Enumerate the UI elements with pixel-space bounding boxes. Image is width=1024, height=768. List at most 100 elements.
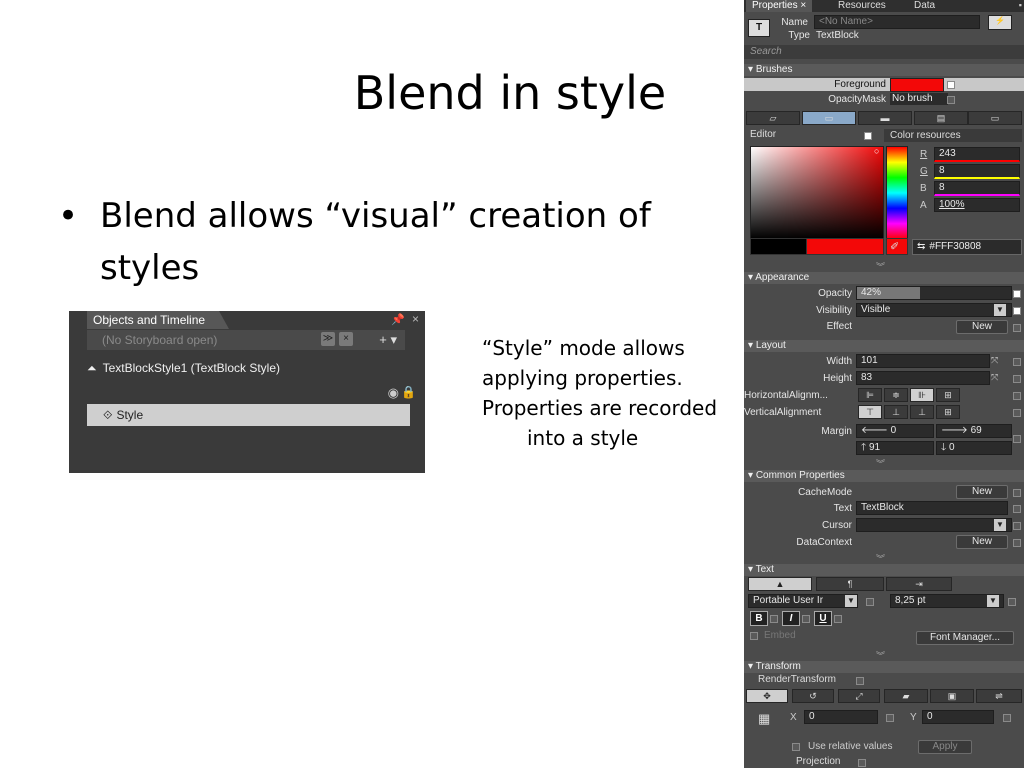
align-center-icon[interactable]: ≑ — [884, 388, 908, 402]
advanced-options-icon[interactable] — [1013, 409, 1021, 417]
color-picker-area[interactable] — [750, 146, 884, 240]
font-family-select[interactable]: Portable User Ir — [748, 594, 858, 608]
advanced-options-icon[interactable] — [886, 714, 894, 722]
section-appearance[interactable]: ▾ Appearance — [744, 272, 1024, 284]
advanced-options-icon[interactable] — [1013, 307, 1021, 315]
advanced-options-icon[interactable] — [1013, 358, 1021, 366]
opacity-field[interactable]: 42% — [856, 286, 1012, 300]
skew-tab-icon[interactable]: ▰ — [884, 689, 928, 703]
scale-tab-icon[interactable]: ⤢ — [838, 689, 880, 703]
font-tab-icon[interactable]: ▲ — [748, 577, 812, 591]
gradient-brush-tab[interactable]: ▬ — [858, 111, 912, 125]
tree-item-style[interactable]: ⟐ Style — [87, 404, 410, 426]
advanced-options-icon[interactable] — [1013, 290, 1021, 298]
solid-brush-tab[interactable]: ▭ — [802, 111, 856, 125]
advanced-options-icon[interactable] — [1013, 435, 1021, 443]
channel-r-field[interactable]: 243 — [934, 147, 1020, 162]
pin-icon[interactable]: ▪ — [1019, 0, 1022, 10]
embed-checkbox[interactable] — [750, 632, 758, 640]
advanced-options-icon[interactable] — [1008, 598, 1016, 606]
advanced-options-icon[interactable] — [770, 615, 778, 623]
section-brushes[interactable]: ▾ Brushes — [744, 64, 1024, 76]
channel-a-field[interactable]: 100% — [934, 198, 1020, 212]
advanced-options-icon[interactable] — [1013, 522, 1021, 530]
effect-new-button[interactable]: New — [956, 320, 1008, 334]
align-vstretch-icon[interactable]: ⊞ — [936, 405, 960, 419]
tab-data[interactable]: Data — [914, 0, 935, 12]
anchor-grid-icon[interactable]: ▦ — [758, 711, 770, 727]
lock-icon[interactable]: 🔒 — [401, 385, 416, 399]
advanced-options-icon[interactable] — [1013, 392, 1021, 400]
chevron-down-icon[interactable]: ▼ — [994, 519, 1006, 531]
advanced-options-icon[interactable] — [1013, 324, 1021, 332]
tab-properties[interactable]: Properties × — [746, 0, 813, 12]
color-resources-tab[interactable]: Color resources — [884, 129, 1022, 142]
tile-brush-tab[interactable]: ▤ — [914, 111, 968, 125]
font-manager-button[interactable]: Font Manager... — [916, 631, 1014, 645]
advanced-options-icon[interactable] — [1013, 539, 1021, 547]
search-input[interactable]: Search — [744, 45, 1024, 59]
storyboard-selector[interactable]: (No Storyboard open) ≫ × + ▾ — [87, 330, 405, 350]
opacitymask-value[interactable]: No brush — [890, 93, 948, 105]
advanced-options-icon[interactable] — [866, 598, 874, 606]
advanced-options-icon[interactable] — [858, 759, 866, 767]
width-field[interactable]: 101 — [856, 354, 990, 368]
chevron-down-icon[interactable]: ▼ — [845, 595, 857, 607]
name-field[interactable]: <No Name> — [814, 15, 980, 29]
auto-size-icon[interactable]: ⤧ — [991, 372, 998, 383]
section-common-properties[interactable]: ▾ Common Properties — [744, 470, 1024, 482]
scope-up-icon[interactable]: ⏶ — [87, 361, 97, 375]
advanced-options-icon[interactable] — [834, 615, 842, 623]
auto-size-icon[interactable]: ⤧ — [991, 355, 998, 366]
section-layout[interactable]: ▾ Layout — [744, 340, 1024, 352]
advanced-options-icon[interactable] — [856, 677, 864, 685]
section-transform[interactable]: ▾ Transform — [744, 661, 1024, 673]
advanced-options-icon[interactable] — [1013, 489, 1021, 497]
align-right-icon[interactable]: ⊪ — [910, 388, 934, 402]
color-picker-handle[interactable]: ○ — [874, 146, 879, 156]
datacontext-new-button[interactable]: New — [956, 535, 1008, 549]
advanced-options-icon[interactable] — [1003, 714, 1011, 722]
align-top-icon[interactable]: ⊤ — [858, 405, 882, 419]
hex-field[interactable]: ⇆ #FFF30808 — [912, 239, 1022, 255]
advanced-options-icon[interactable] — [1013, 505, 1021, 513]
channel-b-field[interactable]: 8 — [934, 181, 1020, 196]
initial-color-swatch[interactable] — [750, 238, 808, 255]
advanced-options-icon[interactable] — [947, 81, 955, 89]
advanced-options-icon[interactable] — [947, 96, 955, 104]
margin-right-field[interactable]: 🡒 69 — [936, 424, 1012, 438]
underline-button[interactable]: U — [814, 611, 832, 626]
tab-resources[interactable]: Resources — [838, 0, 886, 12]
x-field[interactable]: 0 — [804, 710, 878, 724]
cachemode-new-button[interactable]: New — [956, 485, 1008, 499]
relative-values-checkbox[interactable] — [792, 743, 800, 751]
align-stretch-icon[interactable]: ⊞ — [936, 388, 960, 402]
swap-icon[interactable]: ⇆ — [913, 241, 929, 252]
margin-bottom-field[interactable]: 🡓 0 — [936, 441, 1012, 455]
close-icon[interactable]: × — [412, 312, 419, 326]
visibility-select[interactable]: Visible — [856, 303, 1012, 317]
advanced-options-icon[interactable] — [1013, 375, 1021, 383]
bold-button[interactable]: B — [750, 611, 768, 626]
cursor-select[interactable] — [856, 518, 1012, 532]
style-scope-row[interactable]: ⏶ TextBlockStyle1 (TextBlock Style) — [87, 361, 280, 376]
align-left-icon[interactable]: ⊫ — [858, 388, 882, 402]
y-field[interactable]: 0 — [922, 710, 994, 724]
events-icon[interactable]: ⚡ — [988, 15, 1012, 30]
align-bottom-icon[interactable]: ⊥ — [910, 405, 934, 419]
indent-tab-icon[interactable]: ⇥ — [886, 577, 952, 591]
eyedropper-icon[interactable]: ✐ — [890, 240, 899, 253]
advanced-options-icon[interactable] — [802, 615, 810, 623]
add-storyboard-icon[interactable]: + ▾ — [379, 330, 397, 350]
pin-icon[interactable]: 📌 — [391, 313, 405, 326]
eye-icon[interactable]: ◉ — [388, 385, 399, 401]
objects-timeline-tab[interactable]: Objects and Timeline — [87, 311, 230, 329]
close-storyboard-icon[interactable]: × — [339, 332, 353, 346]
editor-toggle-icon[interactable] — [864, 132, 872, 140]
channel-g-field[interactable]: 8 — [934, 164, 1020, 179]
hue-slider[interactable] — [886, 146, 908, 240]
italic-button[interactable]: I — [782, 611, 800, 626]
rotate-tab-icon[interactable]: ↺ — [792, 689, 834, 703]
storyboard-dropdown-icon[interactable]: ≫ — [321, 332, 335, 346]
section-text[interactable]: ▾ Text — [744, 564, 1024, 576]
